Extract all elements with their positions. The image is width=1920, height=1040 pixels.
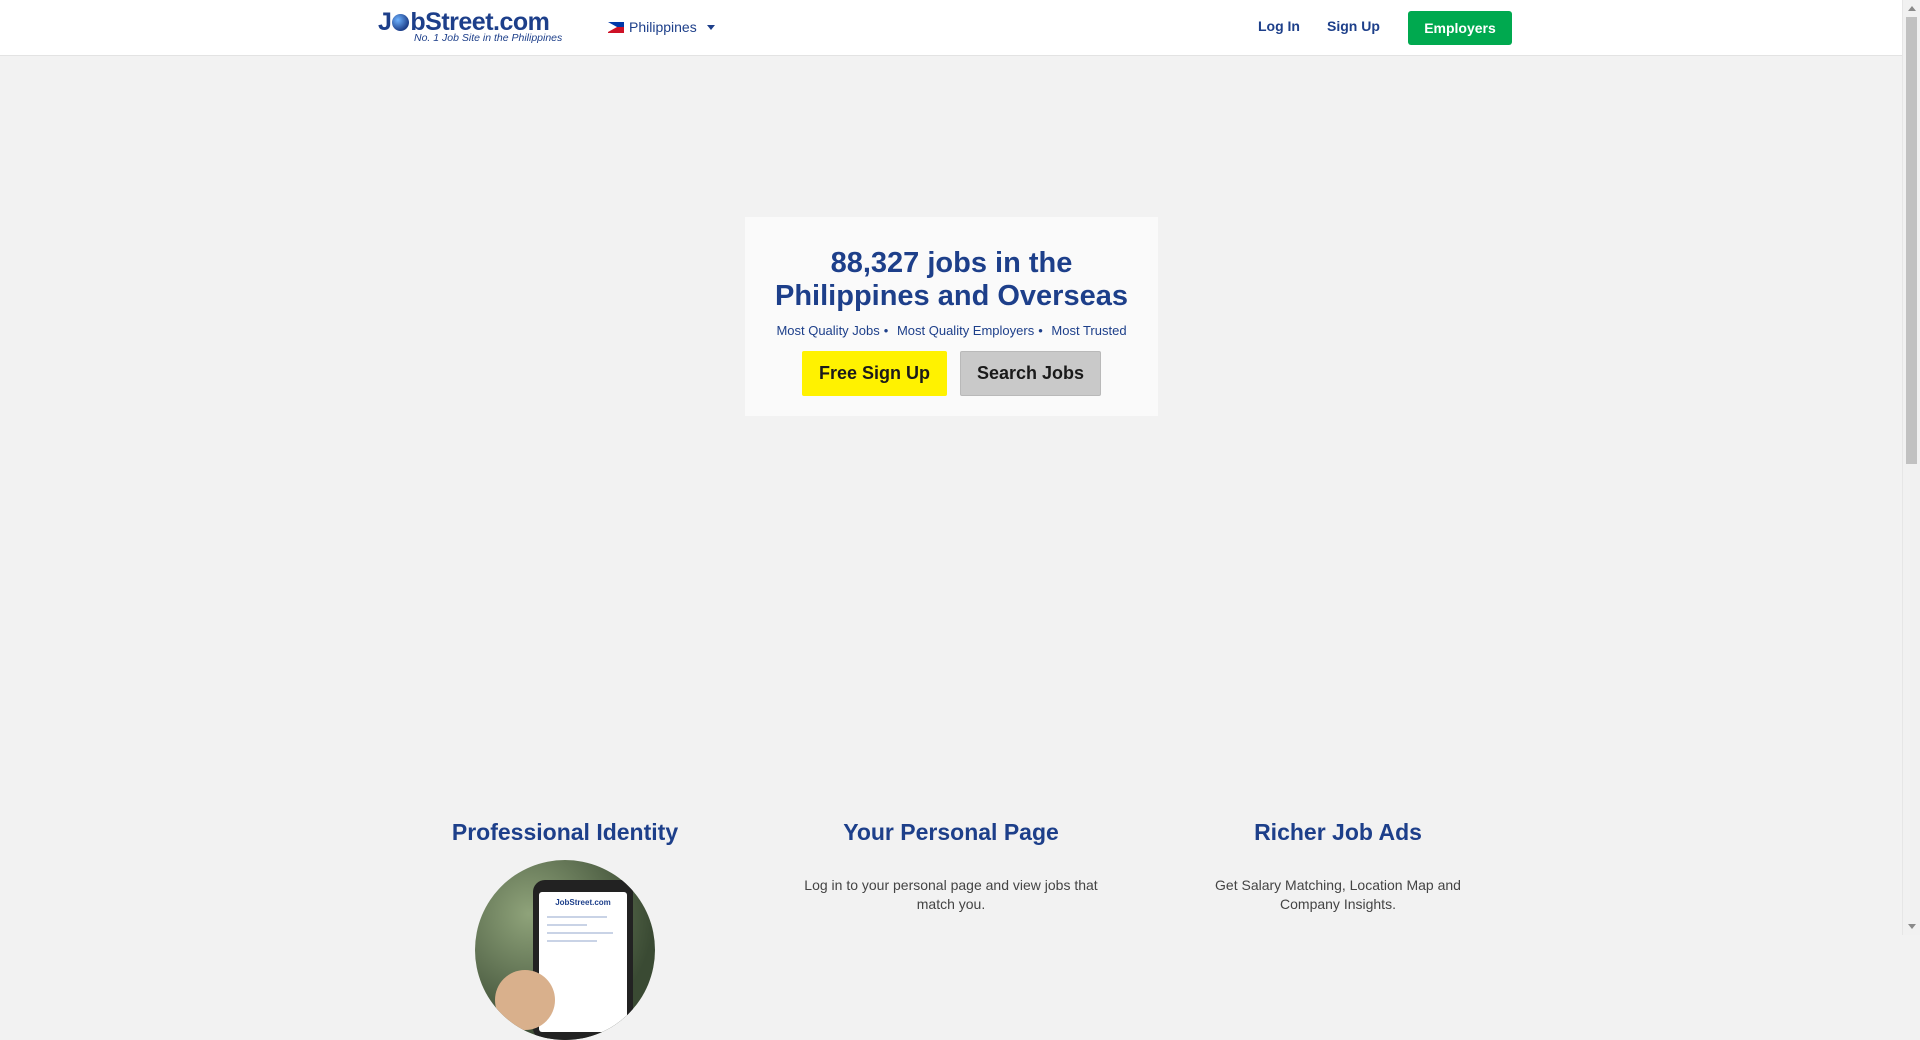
tagline-quality-jobs: Most Quality Jobs <box>776 323 880 338</box>
free-signup-button[interactable]: Free Sign Up <box>802 351 947 396</box>
caret-down-icon <box>706 24 715 30</box>
tagline-separator: • <box>1038 323 1043 338</box>
jobstreet-logo[interactable]: JbStreet.com No. 1 Job Site in the Phili… <box>378 8 578 48</box>
top-navbar: JbStreet.com No. 1 Job Site in the Phili… <box>0 0 1902 56</box>
hero-title: 88,327 jobs in the Philippines and Overs… <box>745 247 1158 313</box>
employers-button[interactable]: Employers <box>1408 11 1512 45</box>
feature-richer-job-ads: Richer Job Ads Get Salary Matching, Loca… <box>1178 818 1498 914</box>
feature-description: Get Salary Matching, Location Map and Co… <box>1215 877 1461 912</box>
country-selector[interactable]: Philippines <box>608 16 715 38</box>
hero-card: 88,327 jobs in the Philippines and Overs… <box>745 217 1158 416</box>
feature-professional-identity: Professional Identity <box>405 818 725 846</box>
feature-title: Your Personal Page <box>843 819 1059 845</box>
philippines-flag-icon <box>608 21 624 33</box>
logo-tagline: No. 1 Job Site in the Philippines <box>414 32 563 44</box>
globe-icon <box>392 14 410 31</box>
country-label: Philippines <box>629 19 697 35</box>
logo-text-start: J <box>378 8 392 36</box>
feature-description: Log in to your personal page and view jo… <box>804 877 1098 912</box>
hero-title-line-2: Philippines and Overseas <box>775 280 1128 312</box>
tagline-most-trusted: Most Trusted <box>1051 323 1127 338</box>
login-link[interactable]: Log In <box>1258 18 1300 34</box>
phone-screen-logo: JobStreet.com <box>555 898 611 907</box>
search-jobs-button[interactable]: Search Jobs <box>960 351 1101 396</box>
phone-illustration: JobStreet.com <box>475 860 655 1040</box>
signup-link[interactable]: Sign Up <box>1327 18 1380 34</box>
scroll-up-arrow-icon[interactable] <box>1908 6 1916 11</box>
tagline-separator: • <box>883 323 889 338</box>
feature-title: Professional Identity <box>451 819 679 845</box>
tagline-quality-employers: Most Quality Employers <box>896 323 1035 338</box>
scrollbar-thumb[interactable] <box>1906 17 1917 464</box>
vertical-scrollbar[interactable] <box>1902 0 1920 935</box>
hero-title-line-1: 88,327 jobs in the <box>830 247 1073 279</box>
feature-personal-page: Your Personal Page Log in to your person… <box>791 818 1111 914</box>
hero-taglines: Most Quality Jobs • Most Quality Employer… <box>745 323 1158 338</box>
hand-image <box>495 970 555 1030</box>
feature-title: Richer Job Ads <box>1254 819 1422 845</box>
scroll-down-arrow-icon[interactable] <box>1908 924 1916 929</box>
